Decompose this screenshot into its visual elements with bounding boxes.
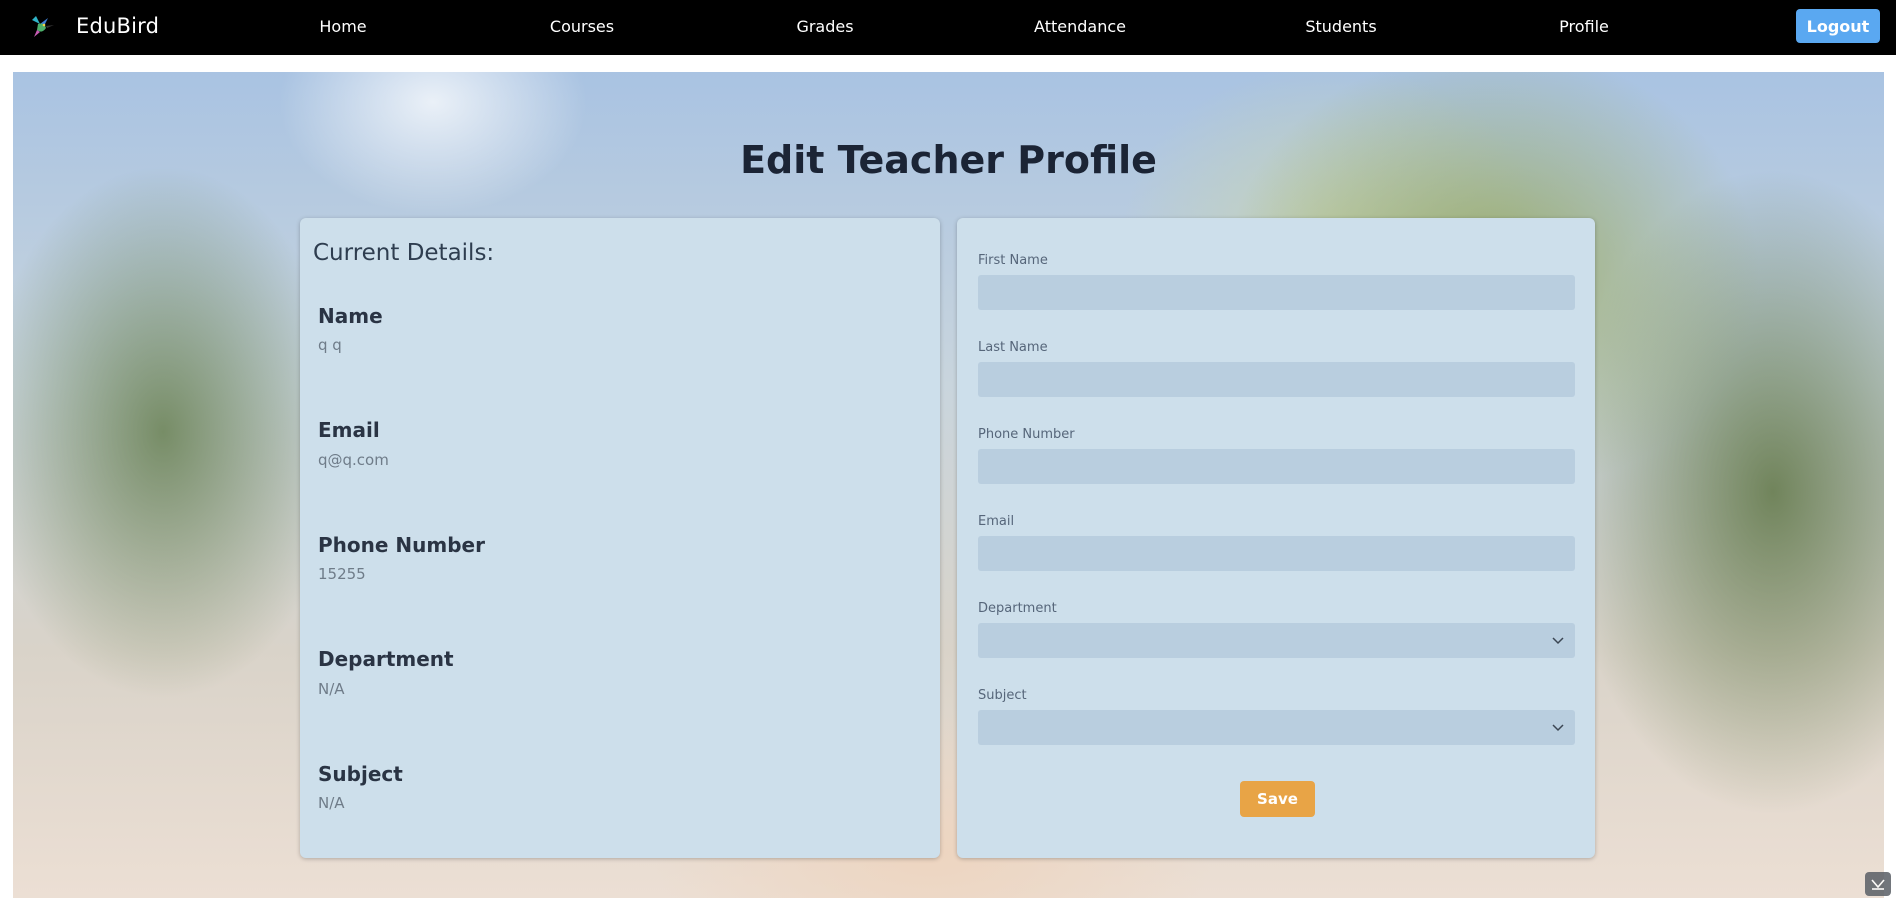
- detail-label-department: Department: [318, 647, 454, 671]
- email-label: Email: [978, 514, 1015, 529]
- detail-value-subject: N/A: [318, 794, 345, 812]
- detail-label-name: Name: [318, 304, 383, 328]
- nav-link-home[interactable]: Home: [319, 17, 366, 36]
- last-name-input[interactable]: [978, 362, 1575, 397]
- chevron-down-icon: [1552, 637, 1564, 645]
- logout-button[interactable]: Logout: [1796, 9, 1880, 43]
- blurred-background-section: Edit Teacher Profile Current Details: Na…: [13, 72, 1884, 898]
- detail-label-phone: Phone Number: [318, 533, 485, 557]
- detail-label-subject: Subject: [318, 762, 403, 786]
- edit-profile-form: First Name Last Name Phone Number Email …: [957, 218, 1595, 858]
- phone-number-input[interactable]: [978, 449, 1575, 484]
- last-name-label: Last Name: [978, 340, 1048, 355]
- current-details-heading: Current Details:: [313, 240, 495, 266]
- phone-number-label: Phone Number: [978, 427, 1075, 442]
- current-details-panel: Current Details: Name q q Email q@q.com …: [300, 218, 940, 858]
- subject-label: Subject: [978, 688, 1027, 703]
- email-input[interactable]: [978, 536, 1575, 571]
- top-navbar: EduBird Home Courses Grades Attendance S…: [0, 0, 1896, 55]
- detail-label-email: Email: [318, 418, 380, 442]
- nav-link-attendance[interactable]: Attendance: [1034, 17, 1126, 36]
- subject-select[interactable]: [978, 710, 1575, 745]
- nav-link-profile[interactable]: Profile: [1559, 17, 1609, 36]
- first-name-input[interactable]: [978, 275, 1575, 310]
- first-name-label: First Name: [978, 253, 1048, 268]
- hummingbird-logo-icon: [32, 16, 54, 37]
- brand[interactable]: EduBird: [28, 12, 159, 40]
- collapse-toggle-button[interactable]: [1865, 872, 1891, 896]
- nav-link-grades[interactable]: Grades: [796, 17, 853, 36]
- nav-link-courses[interactable]: Courses: [550, 17, 614, 36]
- department-select[interactable]: [978, 623, 1575, 658]
- save-button[interactable]: Save: [1240, 781, 1315, 817]
- department-label: Department: [978, 601, 1057, 616]
- detail-value-name: q q: [318, 336, 342, 354]
- nav-link-students[interactable]: Students: [1305, 17, 1376, 36]
- collapse-arrow-icon: [1871, 879, 1885, 890]
- brand-name: EduBird: [76, 14, 160, 38]
- chevron-down-icon: [1552, 724, 1564, 732]
- page-title: Edit Teacher Profile: [740, 138, 1157, 182]
- detail-value-department: N/A: [318, 680, 345, 698]
- detail-value-email: q@q.com: [318, 451, 389, 469]
- detail-value-phone: 15255: [318, 565, 366, 583]
